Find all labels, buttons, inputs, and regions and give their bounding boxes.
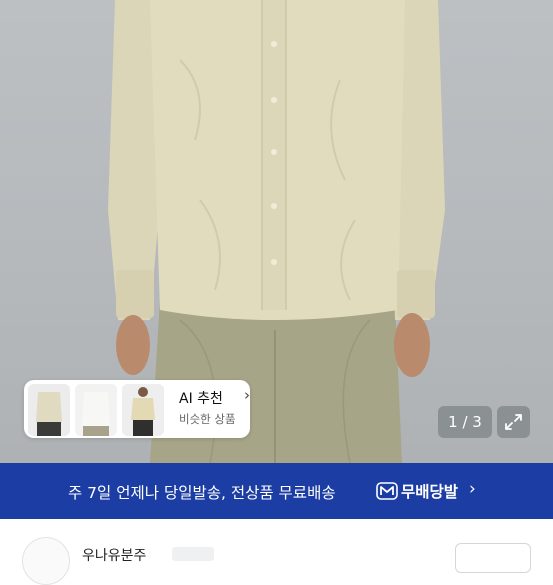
similar-thumbnail-3[interactable] [122, 384, 164, 436]
shop-badge [172, 547, 214, 561]
banner-brand: 무배당발 [401, 483, 459, 501]
expand-icon [505, 414, 522, 430]
similar-thumbnail-1[interactable] [28, 384, 70, 436]
chevron-right-icon: › [469, 479, 476, 499]
m-badge-icon [376, 482, 398, 500]
ai-similar-products-card[interactable]: AI 추천 › 비슷한 상품 [24, 380, 250, 438]
chevron-right-icon: › [244, 386, 250, 404]
shop-info-row: 우나유분주 [0, 519, 553, 585]
expand-button[interactable] [497, 406, 530, 438]
product-image[interactable]: AI 추천 › 비슷한 상품 1 / 3 [0, 0, 553, 463]
banner-text: 주 7일 언제나 당일발송, 전상품 무료배송 [68, 484, 336, 502]
ai-recommend-subtitle: 비슷한 상품 [179, 412, 236, 426]
shop-avatar[interactable] [22, 537, 70, 585]
free-shipping-banner[interactable]: 주 7일 언제나 당일발송, 전상품 무료배송 무배당발 › [0, 463, 553, 519]
shop-name[interactable]: 우나유분주 [82, 545, 146, 565]
follow-button[interactable] [455, 543, 531, 573]
image-page-indicator: 1 / 3 [438, 406, 492, 438]
ai-recommend-title: AI 추천 [179, 391, 223, 407]
similar-thumbnail-2[interactable] [75, 384, 117, 436]
